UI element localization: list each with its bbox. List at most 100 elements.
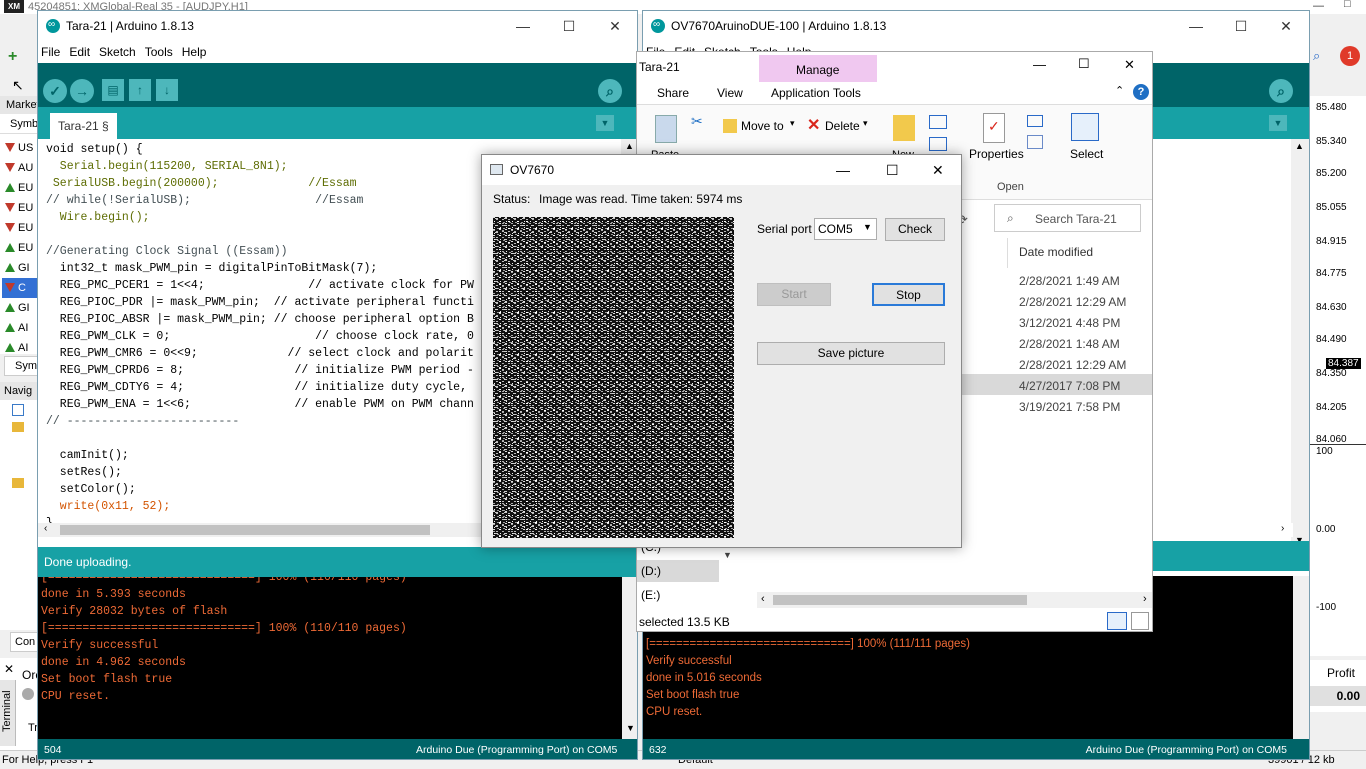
serial-monitor-icon[interactable]: ⌕ <box>1269 79 1293 103</box>
symbol-row[interactable]: GI <box>2 258 38 278</box>
ide2-hscroll[interactable]: › <box>1143 523 1293 537</box>
ide2-console-scroll[interactable] <box>1293 576 1309 740</box>
scroll-thumb[interactable] <box>773 595 1027 605</box>
ribbon-collapse-icon[interactable]: ⌃ <box>1115 84 1124 97</box>
delete-button[interactable]: Delete <box>825 119 860 133</box>
help-icon[interactable]: ? <box>1133 84 1149 100</box>
symbol-row[interactable]: EU <box>2 178 38 198</box>
start-button[interactable]: Start <box>757 283 831 306</box>
scroll-left-icon[interactable]: ‹ <box>44 523 47 534</box>
minimize-icon[interactable]: — <box>836 155 850 185</box>
serial-port-select[interactable]: COM5 ▼ <box>814 218 877 240</box>
tab-application-tools[interactable]: Application Tools <box>771 86 861 100</box>
maximize-icon[interactable]: ☐ <box>1078 56 1090 72</box>
symbol-row[interactable]: AI <box>2 318 38 338</box>
symbols-tab[interactable]: Sym <box>4 356 40 376</box>
maximize-icon[interactable]: ☐ <box>886 155 899 185</box>
scroll-left-icon[interactable]: ‹ <box>761 593 765 605</box>
stop-button[interactable]: Stop <box>872 283 945 306</box>
search-box[interactable]: ⌕ Search Tara-21 <box>994 204 1141 232</box>
drive-e[interactable]: (E:) <box>641 588 660 602</box>
close-icon[interactable]: ✕ <box>4 662 14 676</box>
symbol-row[interactable]: EU <box>2 218 38 238</box>
new-item-icon[interactable] <box>929 115 947 129</box>
edit-icon[interactable] <box>1027 135 1043 149</box>
check-button[interactable]: Check <box>885 218 945 241</box>
mt-window-controls[interactable]: — □ <box>1310 0 1366 14</box>
new-folder-icon[interactable] <box>893 115 915 141</box>
close-icon[interactable]: ✕ <box>1263 11 1309 41</box>
minimize-icon[interactable]: — <box>1173 11 1219 41</box>
maximize-icon[interactable]: ☐ <box>1218 11 1264 41</box>
menu-help[interactable]: Help <box>182 45 207 59</box>
notification-badge[interactable]: 1 <box>1340 46 1360 66</box>
open-sketch-icon[interactable]: ↑ <box>129 79 151 101</box>
details-view-icon[interactable] <box>1107 612 1127 630</box>
cut-icon[interactable]: ✂ <box>691 113 703 130</box>
file-date[interactable]: 2/28/2021 1:49 AM <box>1019 274 1120 288</box>
menu-sketch[interactable]: Sketch <box>99 45 136 59</box>
symbol-row[interactable]: EU <box>2 198 38 218</box>
close-icon[interactable]: ✕ <box>592 11 637 41</box>
move-to-button[interactable]: Move to <box>741 119 784 133</box>
scroll-up-icon[interactable]: ▲ <box>1295 141 1304 151</box>
scroll-down-icon[interactable]: ▼ <box>626 723 635 733</box>
mt-restore-icon[interactable]: □ <box>1344 0 1351 10</box>
close-icon[interactable]: ✕ <box>1124 57 1135 73</box>
symbol-row[interactable]: EU <box>2 238 38 258</box>
chevron-down-icon[interactable]: ▾ <box>790 118 795 129</box>
large-icons-view-icon[interactable] <box>1131 612 1149 630</box>
tab-menu-icon[interactable]: ▼ <box>596 115 614 131</box>
symbol-row[interactable]: GI <box>2 298 38 318</box>
file-date[interactable]: 2/28/2021 12:29 AM <box>1019 358 1126 372</box>
minimize-icon[interactable]: — <box>1033 57 1046 72</box>
ide2-vscroll[interactable]: ▲ ▼ <box>1291 139 1309 549</box>
file-date[interactable]: 2/28/2021 1:48 AM <box>1019 337 1120 351</box>
menu-file[interactable]: File <box>41 45 60 59</box>
new-sketch-icon[interactable]: ▤ <box>102 79 124 101</box>
symbol-column-header[interactable]: Symb <box>0 114 40 134</box>
paste-icon[interactable] <box>655 115 677 143</box>
tab-menu-icon[interactable]: ▼ <box>1269 115 1287 131</box>
close-icon[interactable]: ✕ <box>932 155 944 185</box>
tab-view[interactable]: View <box>717 86 743 100</box>
scroll-right-icon[interactable]: › <box>1281 523 1284 534</box>
select-button[interactable]: Select <box>1070 147 1103 161</box>
properties-icon[interactable]: ✓ <box>983 113 1005 143</box>
menu-edit[interactable]: Edit <box>69 45 90 59</box>
easy-access-icon[interactable] <box>929 137 947 151</box>
tab-share[interactable]: Share <box>657 86 689 100</box>
maximize-icon[interactable]: ☐ <box>546 11 592 41</box>
minimize-icon[interactable]: — <box>500 11 546 41</box>
menu-tools[interactable]: Tools <box>145 45 173 59</box>
symbol-row-selected[interactable]: C <box>2 278 38 298</box>
upload-icon[interactable]: → <box>70 79 94 103</box>
scroll-thumb[interactable] <box>60 525 430 535</box>
file-hscroll[interactable]: ‹ › <box>757 592 1152 608</box>
symbol-row[interactable]: AI <box>2 338 38 358</box>
editor-hscroll[interactable]: ‹ <box>38 523 488 537</box>
file-date[interactable]: 3/12/2021 4:48 PM <box>1019 316 1120 330</box>
file-date[interactable]: 2/28/2021 12:29 AM <box>1019 295 1126 309</box>
scroll-right-icon[interactable]: › <box>1143 593 1147 605</box>
serial-monitor-icon[interactable]: ⌕ <box>598 79 622 103</box>
drive-d[interactable]: (D:) <box>641 564 661 578</box>
open-icon[interactable] <box>1027 115 1043 127</box>
tab-tara21[interactable]: Tara-21 § <box>50 113 117 139</box>
verify-icon[interactable]: ✓ <box>43 79 67 103</box>
scroll-up-icon[interactable]: ▲ <box>625 141 634 151</box>
symbol-row[interactable]: US <box>2 138 38 158</box>
delete-icon[interactable]: ✕ <box>807 115 820 135</box>
file-date[interactable]: 3/19/2021 7:58 PM <box>1019 400 1120 414</box>
save-picture-button[interactable]: Save picture <box>757 342 945 365</box>
select-icon[interactable] <box>1071 113 1099 141</box>
search-icon[interactable]: ⌕ <box>1313 48 1329 64</box>
drive-d-selected[interactable]: (D:) <box>637 560 719 582</box>
file-date[interactable]: 4/27/2017 7:08 PM <box>1019 379 1120 393</box>
date-modified-header[interactable]: Date modified <box>1019 245 1093 259</box>
cursor-icon[interactable]: ↖ <box>12 77 26 93</box>
chevron-down-icon[interactable]: ▾ <box>863 118 868 129</box>
common-tab[interactable]: Con <box>10 632 40 652</box>
new-order-icon[interactable]: + <box>8 48 28 66</box>
properties-button[interactable]: Properties <box>969 147 1024 161</box>
